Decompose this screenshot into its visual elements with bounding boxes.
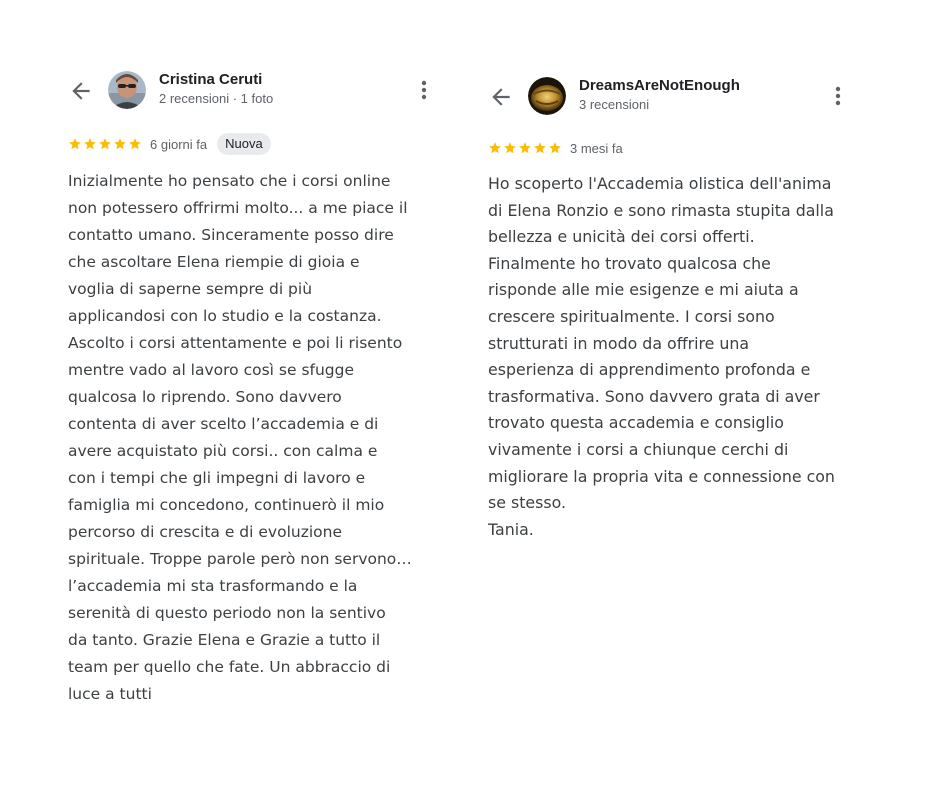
star-icon xyxy=(114,138,126,150)
rating-row: 6 giorni fa Nuova xyxy=(68,132,448,156)
review-card-dreams: DreamsAreNotEnough 3 recensioni 3 mesi f… xyxy=(488,74,868,543)
back-arrow-icon[interactable] xyxy=(68,78,94,104)
star-icon xyxy=(549,142,561,154)
star-rating xyxy=(68,137,142,151)
reviewer-meta: 2 recensioni · 1 foto xyxy=(159,91,274,106)
star-icon xyxy=(129,138,141,150)
star-icon xyxy=(534,142,546,154)
rating-row: 3 mesi fa xyxy=(488,136,868,160)
more-vertical-icon[interactable] xyxy=(420,78,428,102)
reviewer-name[interactable]: DreamsAreNotEnough xyxy=(579,76,740,96)
star-icon xyxy=(84,138,96,150)
star-icon xyxy=(519,142,531,154)
review-date: 3 mesi fa xyxy=(570,140,623,156)
new-badge: Nuova xyxy=(217,133,271,155)
review-header: DreamsAreNotEnough 3 recensioni xyxy=(488,74,868,118)
reviewer-info: Cristina Ceruti 2 recensioni · 1 foto xyxy=(159,70,273,108)
star-rating xyxy=(488,141,562,155)
review-header: Cristina Ceruti 2 recensioni · 1 foto xyxy=(68,68,448,112)
more-vertical-icon[interactable] xyxy=(834,84,842,108)
review-card-cristina: Cristina Ceruti 2 recensioni · 1 foto 6 … xyxy=(68,68,448,708)
star-icon xyxy=(489,142,501,154)
avatar[interactable] xyxy=(108,71,146,109)
review-text: Inizialmente ho pensato che i corsi onli… xyxy=(68,172,412,703)
back-arrow-icon[interactable] xyxy=(488,84,514,110)
review-text: Ho scoperto l'Accademia olistica dell'an… xyxy=(488,174,835,539)
star-icon xyxy=(99,138,111,150)
reviewer-info: DreamsAreNotEnough 3 recensioni xyxy=(579,76,740,114)
reviewer-meta: 3 recensioni xyxy=(579,97,650,112)
star-icon xyxy=(69,138,81,150)
review-date: 6 giorni fa xyxy=(150,136,208,152)
avatar[interactable] xyxy=(528,77,566,115)
reviewer-name[interactable]: Cristina Ceruti xyxy=(159,70,273,90)
star-icon xyxy=(504,142,516,154)
